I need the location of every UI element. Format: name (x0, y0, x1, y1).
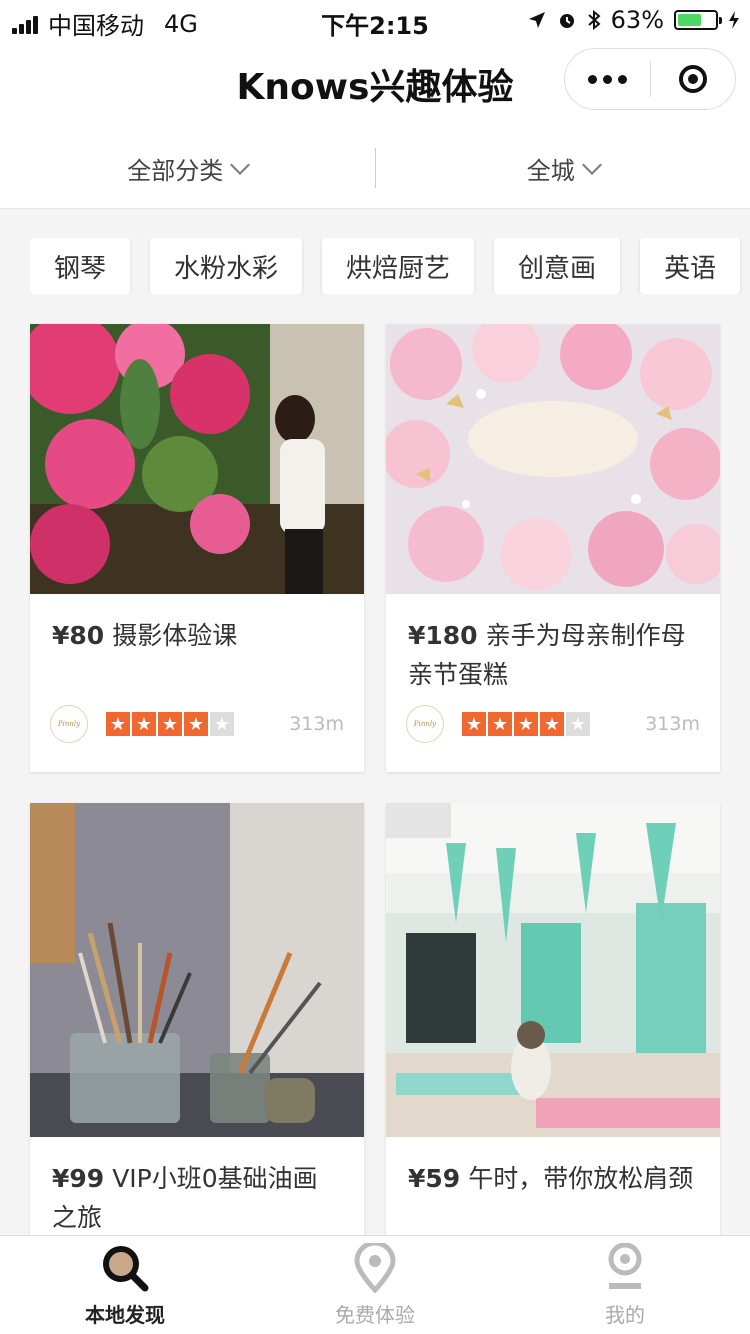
star-filled-icon: ★ (540, 712, 564, 736)
filter-category-dropdown[interactable]: 全部分类 (0, 151, 375, 186)
more-dots-icon (587, 74, 597, 84)
merchant-logo: Pinnly (50, 705, 88, 743)
card-title: ¥59 午时，带你放松肩颈 (386, 1137, 720, 1237)
card-distance: 313m (289, 713, 344, 735)
more-button[interactable] (565, 74, 650, 84)
tab-label: 免费体验 (335, 1303, 415, 1327)
alarm-icon (559, 14, 574, 28)
filter-category-label: 全部分类 (127, 156, 224, 185)
nav-bar: Knows兴趣体验 (0, 40, 750, 128)
status-bar: 中国移动 4G 下午2:15 63% (0, 0, 750, 40)
star-filled-icon: ★ (462, 712, 486, 736)
tab-label: 本地发现 (85, 1303, 165, 1327)
chevron-down-icon (581, 155, 602, 175)
card-meta: Pinnly ★ ★ ★ ★ ★ 313m (386, 694, 720, 754)
battery-percent: 63% (610, 6, 664, 34)
tag-watercolor[interactable]: 水粉水彩 (150, 238, 303, 294)
card-meta: Pinnly ★ ★ ★ ★ ★ 313m (30, 694, 364, 754)
tab-profile[interactable]: 我的 (500, 1236, 750, 1334)
card-photo (386, 803, 720, 1137)
card-name: 午时，带你放松肩颈 (468, 1164, 694, 1193)
rating-stars: ★ ★ ★ ★ ★ (106, 712, 234, 736)
card-price: ¥180 (408, 621, 478, 650)
star-filled-icon: ★ (158, 712, 182, 736)
experience-card[interactable]: ¥180 亲手为母亲制作母亲节蛋糕 Pinnly ★ ★ ★ ★ ★ 313m (386, 324, 720, 772)
star-filled-icon: ★ (488, 712, 512, 736)
star-filled-icon: ★ (106, 712, 130, 736)
filter-bar: 全部分类 全城 (0, 128, 750, 209)
star-filled-icon: ★ (514, 712, 538, 736)
tag-piano[interactable]: 钢琴 (30, 238, 131, 294)
star-filled-icon: ★ (132, 712, 156, 736)
tab-free-experience[interactable]: 免费体验 (250, 1236, 500, 1334)
experience-card[interactable]: ¥99 VIP小班0基础油画之旅 (30, 803, 364, 1243)
card-title: ¥99 VIP小班0基础油画之旅 (30, 1137, 364, 1237)
tag-english[interactable]: 英语 (640, 238, 741, 294)
card-photo (30, 324, 364, 594)
rating-stars: ★ ★ ★ ★ ★ (462, 712, 590, 736)
charging-icon (729, 11, 739, 29)
tag-baking[interactable]: 烘焙厨艺 (322, 238, 475, 294)
filter-city-dropdown[interactable]: 全城 (376, 151, 750, 186)
tab-label: 我的 (605, 1303, 645, 1327)
card-price: ¥99 (52, 1164, 105, 1193)
search-icon (103, 1246, 149, 1292)
card-price: ¥80 (52, 621, 105, 650)
experience-card[interactable]: ¥59 午时，带你放松肩颈 (386, 803, 720, 1243)
status-icons: 63% (527, 6, 740, 34)
card-photo (30, 803, 364, 1137)
star-empty-icon: ★ (566, 712, 590, 736)
star-empty-icon: ★ (210, 712, 234, 736)
location-pin-icon (354, 1243, 396, 1293)
merchant-logo: Pinnly (406, 705, 444, 743)
mini-program-capsule (564, 48, 736, 110)
location-arrow-icon (528, 12, 545, 28)
tab-local-discover[interactable]: 本地发现 (0, 1236, 250, 1334)
target-close-icon (678, 65, 707, 93)
experience-card[interactable]: ¥80 摄影体验课 Pinnly ★ ★ ★ ★ ★ 313m (30, 324, 364, 772)
profile-icon (608, 1243, 642, 1289)
card-price: ¥59 (408, 1164, 461, 1193)
tag-creative-painting[interactable]: 创意画 (494, 238, 621, 294)
star-filled-icon: ★ (184, 712, 208, 736)
card-name: 摄影体验课 (112, 621, 238, 650)
close-button[interactable] (651, 65, 736, 93)
card-title: ¥180 亲手为母亲制作母亲节蛋糕 (386, 594, 720, 694)
battery-icon (674, 10, 722, 30)
bluetooth-icon (587, 10, 601, 30)
category-tags: 钢琴 水粉水彩 烘焙厨艺 创意画 英语 (30, 238, 750, 294)
tab-bar: 本地发现 免费体验 我的 (0, 1235, 750, 1334)
card-distance: 313m (645, 713, 700, 735)
filter-city-label: 全城 (526, 156, 575, 185)
card-title: ¥80 摄影体验课 (30, 594, 364, 694)
chevron-down-icon (230, 155, 251, 175)
card-photo (386, 324, 720, 594)
